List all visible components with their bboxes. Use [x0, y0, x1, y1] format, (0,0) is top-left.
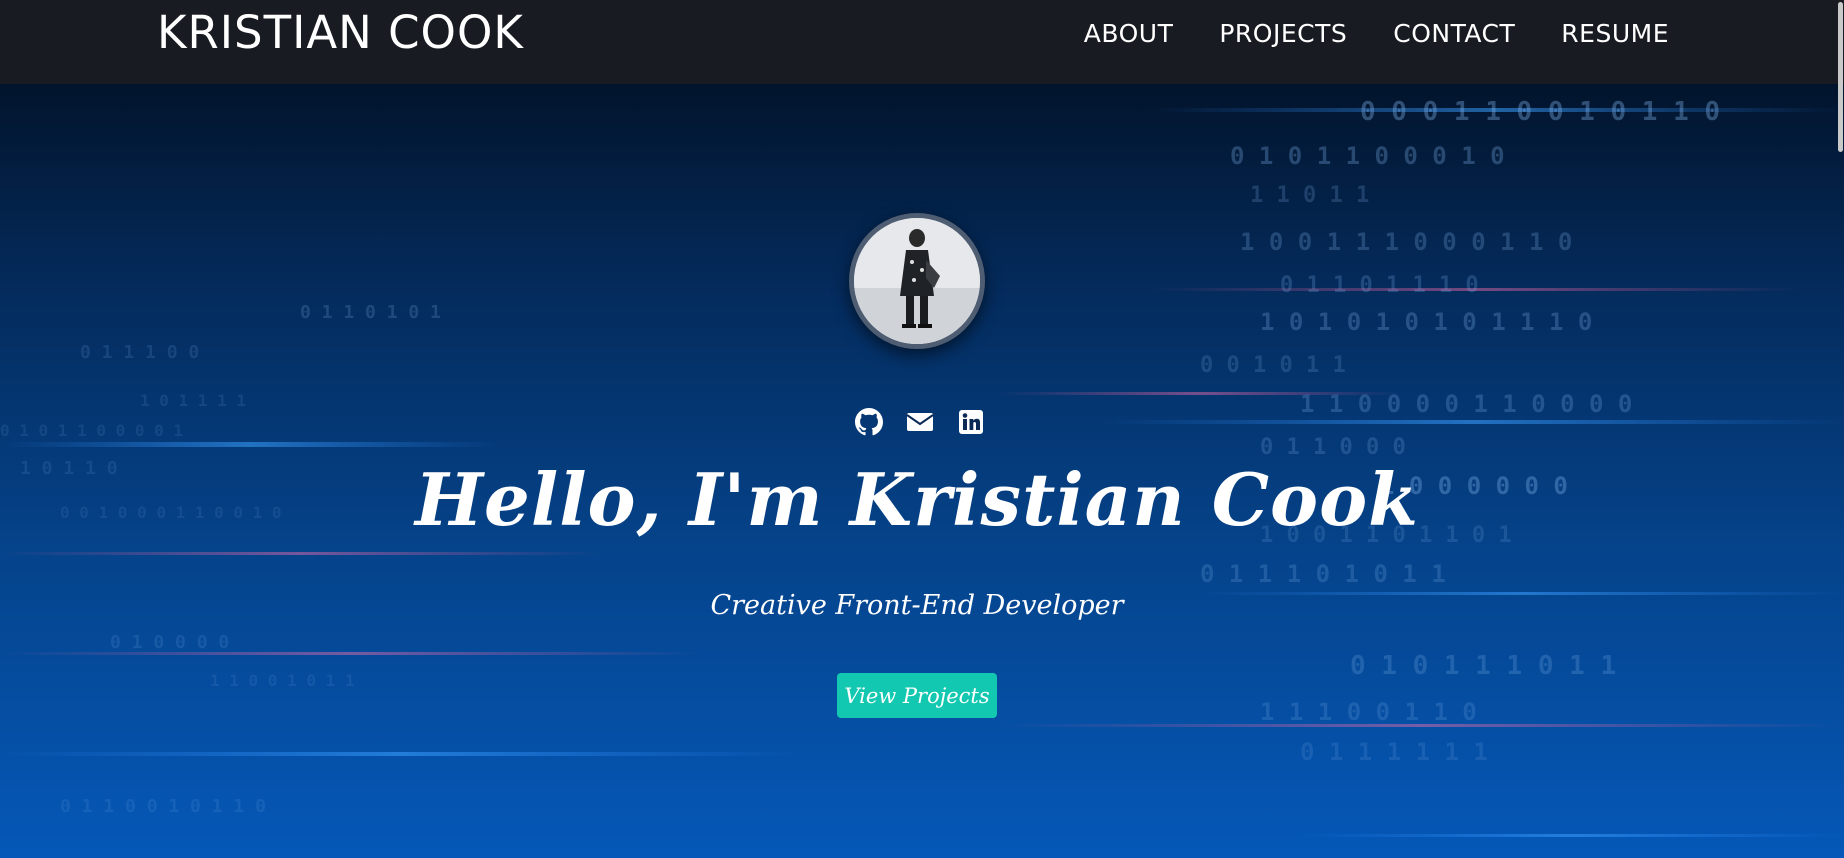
avatar	[849, 213, 985, 349]
profile-photo	[854, 218, 980, 344]
scrollbar-thumb[interactable]	[1838, 2, 1843, 152]
binary-digit-row: 1 1 0 1 1	[1250, 183, 1369, 208]
linkedin-icon[interactable]	[957, 408, 985, 436]
binary-digit-row: 0 1 1 1 1 1 1	[1300, 738, 1488, 766]
binary-digit-row: 0 1 1 0 0 1 0 1 1 0	[60, 796, 266, 817]
nav-link-projects[interactable]: PROJECTS	[1219, 19, 1347, 48]
binary-digit-row: 0 1 0 0 0 0	[110, 632, 229, 653]
binary-digit-row: 0 0 0 1 1 0 0 1 0 1 1 0	[1360, 97, 1720, 127]
nav-links: ABOUT PROJECTS CONTACT RESUME	[1038, 0, 1669, 66]
github-icon[interactable]	[855, 408, 883, 436]
binary-digit-row: 1 0 0 1 1 1 0 0 0 1 1 0	[1240, 228, 1572, 256]
binary-digit-row: 1 0 1 1 1 1	[140, 391, 246, 410]
page-scrollbar[interactable]	[1836, 0, 1844, 858]
binary-digit-row: 1 1 0 0 1 0 1 1	[210, 671, 355, 690]
binary-digit-row: 1 0 1 0 1 0 1 0 1 1 1 0	[1260, 308, 1592, 336]
binary-digit-row: 0 1 0 1 1 1 0 1 1	[1350, 651, 1616, 681]
binary-digit-row: 0 1 1 1 0 0	[80, 342, 199, 363]
binary-digit-row: 0 0 1 0 1 1	[1200, 353, 1346, 378]
nav-link-contact[interactable]: CONTACT	[1393, 19, 1515, 48]
nav-link-resume[interactable]: RESUME	[1561, 19, 1669, 48]
binary-digit-row: 1 1 1 0 0 1 1 0	[1260, 698, 1477, 726]
hero-section: 0 0 0 1 1 0 0 1 0 1 1 0 0 1 0 1 1 0 0 0 1…	[0, 84, 1844, 858]
navbar: KRISTIAN COOK ABOUT PROJECTS CONTACT RES…	[0, 0, 1844, 84]
binary-digit-row: 0 1 1 0 1 0 1	[300, 302, 441, 323]
social-links	[855, 408, 985, 436]
nav-link-about[interactable]: ABOUT	[1084, 19, 1174, 48]
binary-digit-row: 0 1 1 0 1 1 1 0	[1280, 273, 1479, 298]
binary-digit-row: 0 1 1 1 0 1 0 1 1	[1200, 560, 1446, 588]
binary-digit-row: 0 1 0 1 1 0 0 0 1 0	[1230, 142, 1505, 170]
envelope-icon[interactable]	[906, 408, 934, 436]
brand-logo[interactable]: KRISTIAN COOK	[157, 6, 524, 59]
binary-digit-row: 0 1 0 1 1 0 0 0 0 1	[0, 421, 183, 440]
binary-digit-row: 1 1 0 0 0 0 1 1 0 0 0 0	[1300, 390, 1632, 418]
hero-subtitle: Creative Front-End Developer	[710, 590, 1124, 621]
view-projects-button[interactable]: View Projects	[837, 673, 997, 718]
hero-title: Hello, I'm Kristian Cook	[415, 457, 1419, 542]
